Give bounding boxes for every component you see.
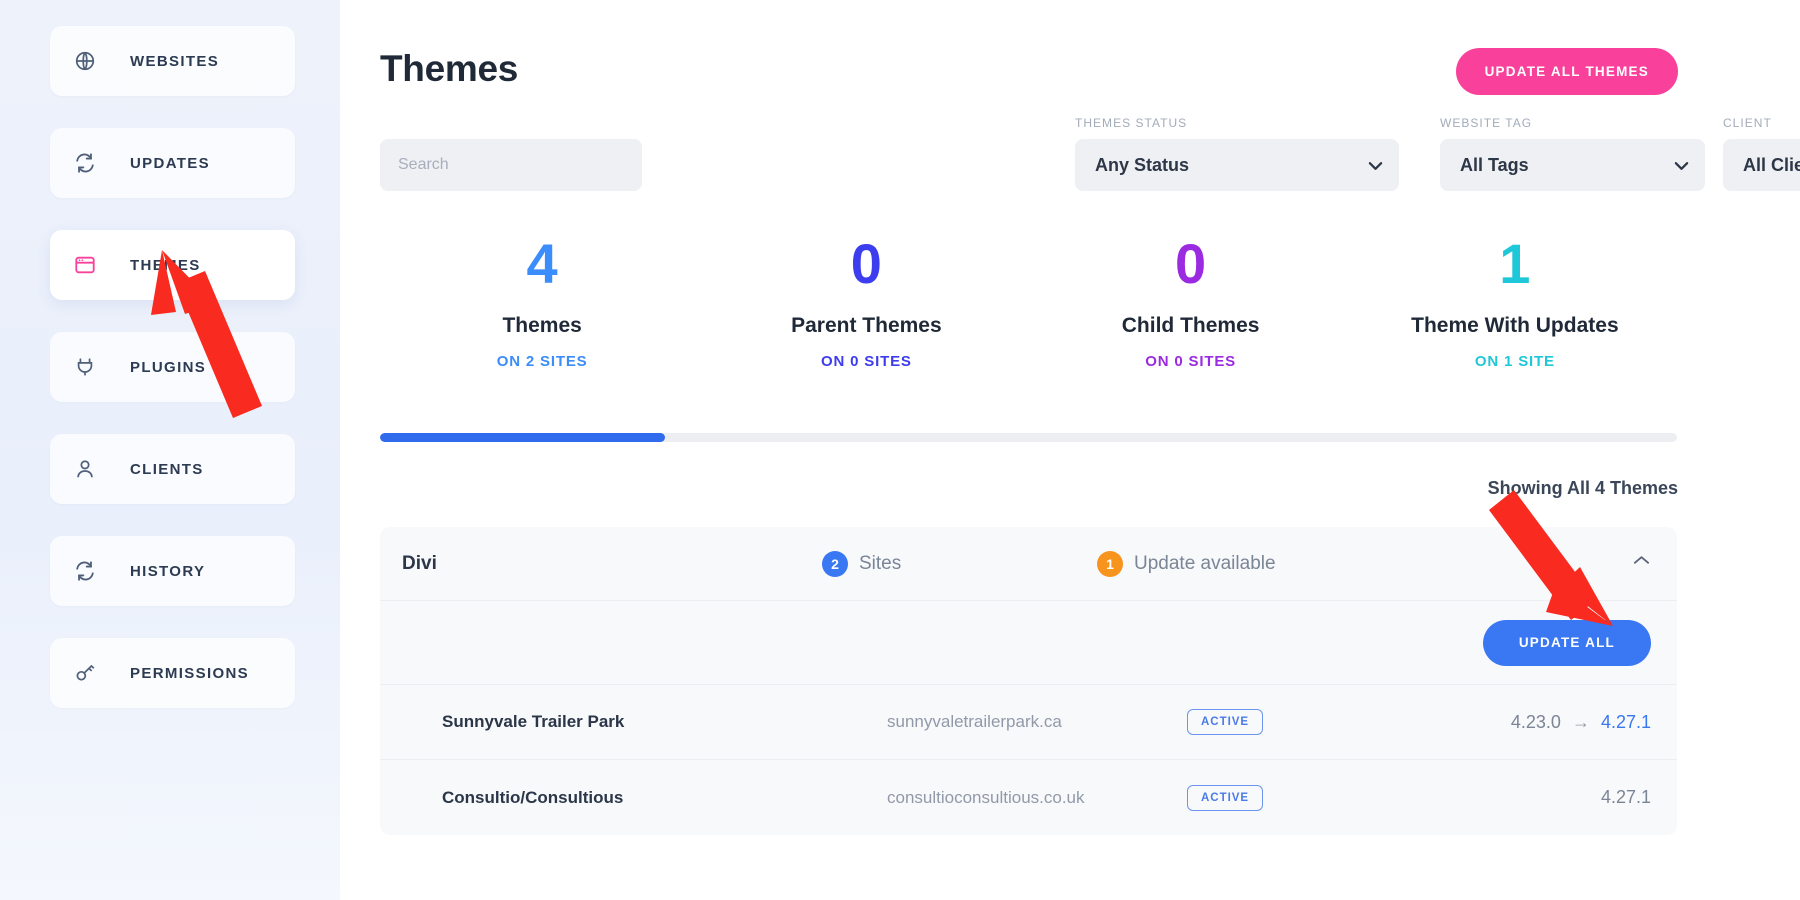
theme-updates-count: 1 Update available — [1097, 550, 1276, 577]
stat-sublabel: ON 0 SITES — [820, 353, 912, 370]
sidebar-item-updates[interactable]: UPDATES — [50, 128, 295, 198]
sidebar-item-label: CLIENTS — [130, 460, 204, 478]
sidebar-item-label: PLUGINS — [130, 358, 207, 376]
site-version: 4.27.1 — [1427, 787, 1651, 808]
table-row[interactable]: Consultio/Consultious consultioconsultio… — [380, 760, 1677, 835]
client-select[interactable]: All Clients — [1723, 139, 1800, 191]
site-name: Sunnyvale Trailer Park — [442, 712, 625, 731]
sidebar-item-permissions[interactable]: PERMISSIONS — [50, 638, 295, 708]
sidebar-item-label: THEMES — [130, 256, 201, 274]
site-url: consultioconsultious.co.uk — [887, 787, 1085, 807]
showing-count-label: Showing All 4 Themes — [1487, 478, 1678, 498]
site-url: sunnyvaletrailerpark.ca — [887, 712, 1062, 731]
stat-child-themes: 0 Child Themes ON 0 SITES — [1029, 232, 1353, 371]
themes-status-select-wrap[interactable]: Any Status — [1075, 139, 1399, 191]
stat-value: 4 — [526, 232, 558, 295]
theme-card-header[interactable]: Divi 2 Sites 1 Update available — [380, 527, 1677, 601]
theme-name: Divi — [402, 552, 437, 574]
sites-count-badge: 2 — [822, 550, 848, 577]
stat-value: 0 — [1175, 232, 1207, 295]
sidebar-item-label: WEBSITES — [130, 52, 220, 70]
update-all-button[interactable]: UPDATE ALL — [1482, 619, 1651, 666]
key-icon — [72, 660, 98, 686]
stats-row: 4 Themes ON 2 SITES 0 Parent Themes ON 0… — [380, 232, 1677, 371]
plug-icon — [72, 354, 98, 380]
app-root: WEBSITES UPDATES THEMES PLUGINS CLIENTS … — [0, 0, 1800, 900]
main-content: Themes UPDATE ALL THEMES THEMES STATUS A… — [340, 0, 1800, 835]
version-current: 4.23.0 — [1510, 711, 1561, 732]
site-version: 4.23.0 → 4.27.1 — [1427, 712, 1651, 733]
stat-themes: 4 Themes ON 2 SITES — [380, 232, 704, 371]
site-status: ACTIVE — [1187, 709, 1427, 735]
sidebar-item-clients[interactable]: CLIENTS — [50, 434, 295, 504]
themes-status-label: THEMES STATUS — [1075, 116, 1188, 130]
sidebar-item-plugins[interactable]: PLUGINS — [50, 332, 295, 402]
stat-label: Theme With Updates — [1411, 314, 1619, 337]
progress-bar-track — [380, 433, 1677, 442]
theme-card: Divi 2 Sites 1 Update available UPDATE A… — [380, 527, 1677, 835]
user-icon — [72, 456, 98, 482]
arrow-right-icon: → — [1571, 711, 1590, 732]
stat-label: Themes — [502, 314, 582, 337]
stat-label: Parent Themes — [791, 314, 942, 337]
updates-count-badge: 1 — [1097, 550, 1123, 577]
search-input[interactable] — [380, 139, 642, 191]
website-tag-select[interactable]: All Tags — [1440, 139, 1705, 191]
status-badge: ACTIVE — [1187, 709, 1264, 735]
page-title: Themes — [380, 48, 519, 89]
site-status: ACTIVE — [1187, 784, 1427, 811]
version-new: 4.27.1 — [1600, 711, 1651, 732]
stat-theme-with-updates: 1 Theme With Updates ON 1 SITE — [1353, 232, 1677, 371]
stat-label: Child Themes — [1121, 314, 1260, 337]
client-label: CLIENT — [1723, 116, 1772, 130]
update-all-themes-button[interactable]: UPDATE ALL THEMES — [1455, 48, 1678, 95]
version-new: 4.27.1 — [1600, 787, 1651, 807]
sidebar-item-label: PERMISSIONS — [130, 664, 250, 682]
sidebar-item-history[interactable]: HISTORY — [50, 536, 295, 606]
stat-sublabel: ON 0 SITES — [1145, 353, 1237, 370]
sidebar-item-label: UPDATES — [130, 154, 211, 172]
stat-value: 1 — [1499, 232, 1531, 295]
refresh-icon — [72, 558, 98, 584]
stat-value: 0 — [850, 232, 882, 295]
website-tag-label: WEBSITE TAG — [1440, 116, 1533, 130]
themes-status-select[interactable]: Any Status — [1075, 139, 1399, 191]
sites-count-label: Sites — [859, 552, 902, 574]
updates-count-label: Update available — [1134, 552, 1276, 574]
refresh-icon — [72, 150, 98, 176]
theme-sites-count: 2 Sites — [822, 550, 1097, 577]
theme-card-actions: UPDATE ALL — [380, 601, 1677, 685]
globe-icon — [72, 48, 98, 74]
layout-icon — [72, 252, 98, 278]
sidebar-item-websites[interactable]: WEBSITES — [50, 26, 295, 96]
stat-sublabel: ON 1 SITE — [1474, 353, 1555, 370]
stat-parent-themes: 0 Parent Themes ON 0 SITES — [704, 232, 1028, 371]
status-badge: ACTIVE — [1187, 784, 1264, 811]
sidebar: WEBSITES UPDATES THEMES PLUGINS CLIENTS … — [0, 0, 340, 900]
stat-sublabel: ON 2 SITES — [496, 353, 588, 370]
sidebar-item-themes[interactable]: THEMES — [50, 230, 295, 300]
progress-bar-fill — [380, 433, 666, 442]
chevron-up-icon[interactable] — [1632, 553, 1651, 571]
client-select-wrap[interactable]: All Clients — [1723, 139, 1800, 191]
table-row[interactable]: Sunnyvale Trailer Park sunnyvaletrailerp… — [380, 685, 1677, 760]
website-tag-select-wrap[interactable]: All Tags — [1440, 139, 1705, 191]
sidebar-item-label: HISTORY — [130, 562, 206, 580]
site-name: Consultio/Consultious — [442, 787, 624, 807]
